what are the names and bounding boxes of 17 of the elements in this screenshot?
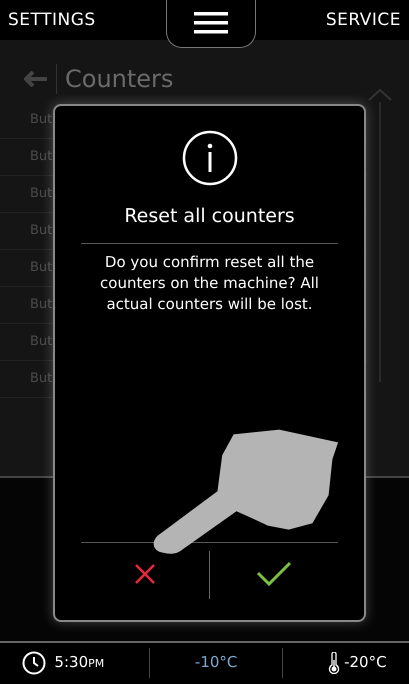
dialog-message: Do you confirm reset all the counters on the machine? All actual counters will be lost. (99, 252, 320, 314)
checkmark-icon (256, 560, 292, 586)
service-tab[interactable]: SERVICE (326, 0, 401, 40)
close-icon (134, 562, 156, 584)
page-title: Counters (65, 66, 174, 92)
back-arrow-icon[interactable] (24, 71, 48, 87)
menu-icon (194, 10, 228, 34)
dialog-title: Reset all counters (124, 204, 295, 229)
probe-temperature-text: -20°C (344, 652, 387, 674)
thermometer-icon (328, 652, 340, 674)
scroll-up-icon[interactable] (367, 88, 393, 102)
temperature-text: -10°C (194, 652, 238, 674)
time-text: 5:30PM (54, 652, 104, 674)
info-icon (182, 130, 238, 186)
settings-tab[interactable]: SETTINGS (8, 0, 96, 40)
clock-icon (22, 650, 46, 674)
menu-button[interactable] (166, 0, 256, 48)
